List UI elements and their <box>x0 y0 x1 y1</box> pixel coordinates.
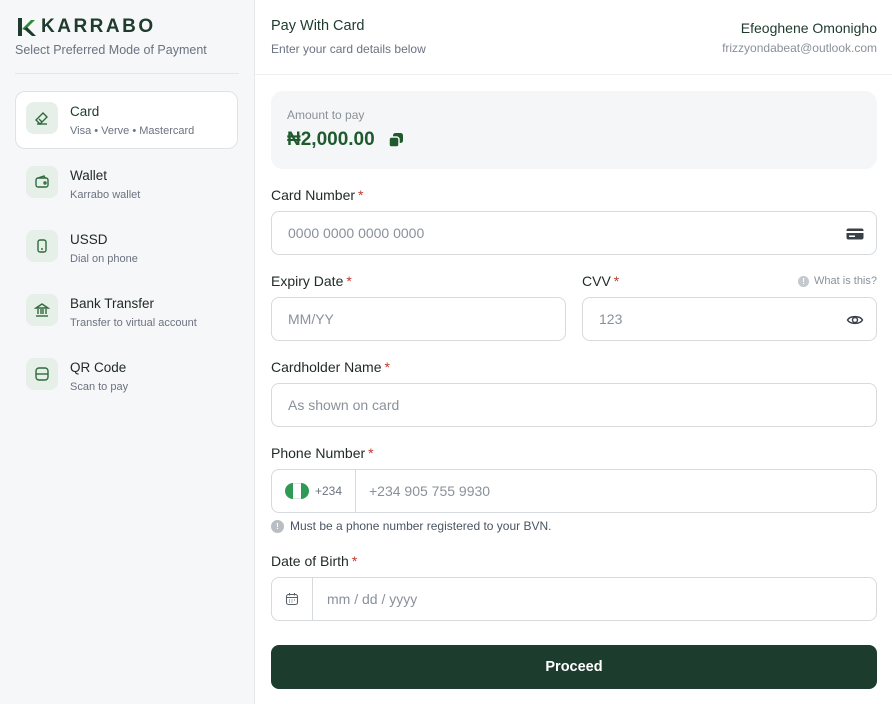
brand-subtitle: Select Preferred Mode of Payment <box>15 43 207 57</box>
calendar-button[interactable] <box>272 578 313 620</box>
cvv-field[interactable] <box>582 297 877 341</box>
copy-icon[interactable] <box>388 132 404 148</box>
payment-method-ussd[interactable]: USSD Dial on phone <box>15 219 238 277</box>
wallet-icon <box>26 166 58 198</box>
header-divider <box>255 74 892 75</box>
required-mark: * <box>351 553 358 569</box>
phone-icon <box>26 230 58 262</box>
user-name: Efeoghene Omonigho <box>740 20 877 36</box>
card-payment-panel: Pay With Card Enter your card details be… <box>255 0 892 704</box>
card-icon <box>26 102 58 134</box>
cvv-label-text: CVV <box>582 273 611 289</box>
expiry-date-label-text: Expiry Date <box>271 273 344 289</box>
country-code-selector[interactable]: +234 <box>272 470 356 512</box>
cvv-input[interactable] <box>599 298 829 340</box>
cvv-help-link[interactable]: ! What is this? <box>798 275 877 287</box>
phone-number-field[interactable]: +234 <box>271 469 877 513</box>
expiry-date-input[interactable] <box>288 298 548 340</box>
payment-method-bank-transfer[interactable]: Bank Transfer Transfer to virtual accoun… <box>15 283 238 341</box>
payment-method-subtitle: Scan to pay <box>70 381 129 393</box>
info-icon: ! <box>271 519 284 533</box>
payment-method-wallet[interactable]: Wallet Karrabo wallet <box>15 155 238 213</box>
cvv-label: CVV * <box>582 273 619 289</box>
required-mark: * <box>368 445 374 461</box>
cvv-help-text: What is this? <box>814 275 877 287</box>
payment-method-qr-code[interactable]: QR Code Scan to pay <box>15 347 238 405</box>
phone-number-note: ! Must be a phone number registered to y… <box>271 519 551 533</box>
credit-card-icon <box>846 228 864 240</box>
payment-method-title: QR Code <box>70 360 127 375</box>
sidebar-divider <box>15 73 239 74</box>
date-of-birth-label-text: Date of Birth <box>271 553 349 569</box>
payment-method-title: Wallet <box>70 168 108 183</box>
card-number-input[interactable] <box>288 212 838 254</box>
payment-sidebar: KARRABO Select Preferred Mode of Payment… <box>0 0 255 704</box>
required-mark: * <box>384 359 390 375</box>
date-of-birth-input[interactable] <box>327 578 857 620</box>
payment-method-subtitle: Visa • Verve • Mastercard <box>70 125 195 137</box>
payment-method-subtitle: Karrabo wallet <box>70 189 141 201</box>
card-number-label: Card Number * <box>271 187 363 203</box>
card-number-label-text: Card Number <box>271 187 356 203</box>
amount-label: Amount to pay <box>287 108 365 122</box>
required-mark: * <box>613 273 620 289</box>
expiry-date-field[interactable] <box>271 297 566 341</box>
page-title: Pay With Card <box>271 18 365 34</box>
expiry-date-label: Expiry Date * <box>271 273 352 289</box>
payment-method-list: Card Visa • Verve • Mastercard Wallet Ka… <box>15 91 238 411</box>
payment-method-title: Card <box>70 104 100 119</box>
eye-icon[interactable] <box>846 311 864 329</box>
karrabo-logo-icon <box>18 18 36 36</box>
phone-number-input[interactable] <box>369 470 859 512</box>
brand-name: KARRABO <box>41 16 156 37</box>
user-email: frizzyondabeat@outlook.com <box>722 41 877 55</box>
payment-method-title: Bank Transfer <box>70 296 155 311</box>
payment-method-subtitle: Dial on phone <box>70 253 138 265</box>
cardholder-name-label: Cardholder Name * <box>271 359 390 375</box>
page-subtitle: Enter your card details below <box>271 42 426 56</box>
proceed-button[interactable]: Proceed <box>271 645 877 689</box>
phone-number-label: Phone Number * <box>271 445 374 461</box>
payment-method-card[interactable]: Card Visa • Verve • Mastercard <box>15 91 238 149</box>
bank-icon <box>26 294 58 326</box>
required-mark: * <box>346 273 352 289</box>
brand-logo: KARRABO <box>15 16 156 38</box>
country-code: +234 <box>315 484 343 498</box>
info-icon: ! <box>798 275 810 287</box>
amount-value: ₦2,000.00 <box>287 129 375 150</box>
payment-method-title: USSD <box>70 232 108 247</box>
amount-summary: Amount to pay ₦2,000.00 <box>271 91 877 169</box>
qr-icon <box>26 358 58 390</box>
required-mark: * <box>358 187 364 203</box>
cardholder-name-label-text: Cardholder Name <box>271 359 382 375</box>
nigeria-flag-icon <box>285 483 309 499</box>
phone-number-label-text: Phone Number <box>271 445 366 461</box>
cardholder-name-input[interactable] <box>288 384 858 426</box>
calendar-icon <box>285 593 299 606</box>
payment-method-subtitle: Transfer to virtual account <box>70 317 197 329</box>
phone-number-note-text: Must be a phone number registered to you… <box>290 519 552 533</box>
cardholder-name-field[interactable] <box>271 383 877 427</box>
card-number-field[interactable] <box>271 211 877 255</box>
date-of-birth-label: Date of Birth * <box>271 553 357 569</box>
date-of-birth-field[interactable] <box>271 577 877 621</box>
